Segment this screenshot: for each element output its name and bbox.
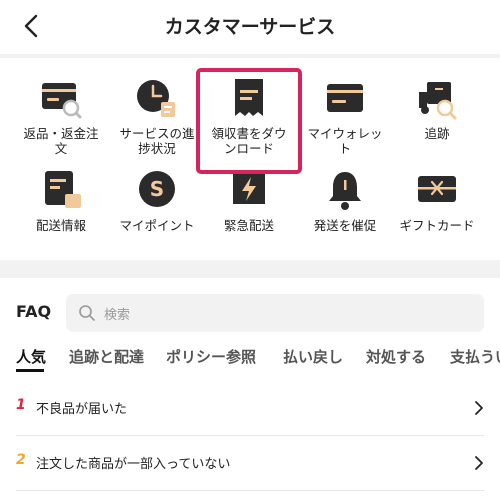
search-placeholder: 検索	[104, 308, 131, 323]
service-shipping-info[interactable]: 配送情報	[13, 168, 109, 233]
search-icon	[79, 305, 95, 321]
service-points[interactable]: S マイポイント	[109, 168, 205, 233]
tab-handle[interactable]: 対処する	[366, 346, 426, 367]
service-label: サービスの進 捗状況	[119, 126, 195, 156]
service-label: 発送を催促	[313, 218, 377, 233]
gift-card-icon	[418, 176, 456, 202]
service-wallet[interactable]: マイウォレット	[297, 76, 393, 156]
page-title: カスタマーサービス	[164, 16, 336, 38]
service-gift-card[interactable]: ギフトカード	[389, 168, 485, 233]
wallet-icon	[327, 84, 363, 112]
service-label: ギフトカード	[399, 218, 475, 233]
highlight-box	[196, 68, 302, 174]
service-label: マイポイント	[119, 218, 195, 233]
chevron-right-icon	[475, 401, 483, 415]
faq-item-text: 不良品が届いた	[36, 402, 128, 417]
service-return-refund[interactable]: 返品・返金注文	[13, 76, 109, 156]
faq-item[interactable]: 1 不良品が届いた	[0, 381, 500, 435]
divider	[16, 490, 484, 491]
faq-item-number: 1	[16, 397, 26, 413]
faq-item-text: 注文した商品が一部入っていない	[36, 457, 231, 472]
service-label: マイウォレット	[307, 126, 383, 156]
progress-clock-icon	[137, 80, 175, 117]
shipping-info-icon	[45, 171, 81, 208]
tracking-truck-icon	[419, 82, 457, 120]
search-input[interactable]: 検索	[66, 294, 484, 332]
service-label: 緊急配送	[223, 218, 274, 233]
tab-payment[interactable]: 支払うい	[450, 346, 500, 367]
tab-popular[interactable]: 人気	[16, 346, 46, 367]
service-label: 返品・返金注文	[23, 126, 99, 156]
service-urgent-delivery[interactable]: 緊急配送	[201, 168, 297, 233]
service-urge-shipping[interactable]: 発送を催促	[297, 168, 393, 233]
tab-policy[interactable]: ポリシー参照	[166, 346, 256, 367]
faq-item[interactable]: 2 注文した商品が一部入っていない	[0, 436, 500, 490]
bell-icon	[329, 172, 361, 210]
faq-tabs: 人気 追跡と配達 ポリシー参照 払い戻し 対処する 支払うい	[0, 346, 500, 376]
active-tab-indicator	[16, 369, 44, 372]
faq-title: FAQ	[16, 302, 52, 321]
return-refund-icon	[42, 83, 82, 119]
tab-refund[interactable]: 払い戻し	[283, 346, 343, 367]
service-progress[interactable]: サービスの進 捗状況	[109, 76, 205, 156]
service-label: 追跡	[424, 126, 450, 141]
points-icon: S	[139, 171, 175, 207]
faq-item-number: 2	[16, 452, 26, 468]
svg-text:S: S	[150, 177, 164, 201]
service-label: 配送情報	[35, 218, 86, 233]
service-tracking[interactable]: 追跡	[389, 76, 485, 141]
header-bar: カスタマーサービス	[0, 0, 500, 54]
tab-tracking-delivery[interactable]: 追跡と配達	[69, 346, 144, 367]
chevron-right-icon	[475, 456, 483, 470]
urgent-delivery-icon	[233, 172, 265, 204]
